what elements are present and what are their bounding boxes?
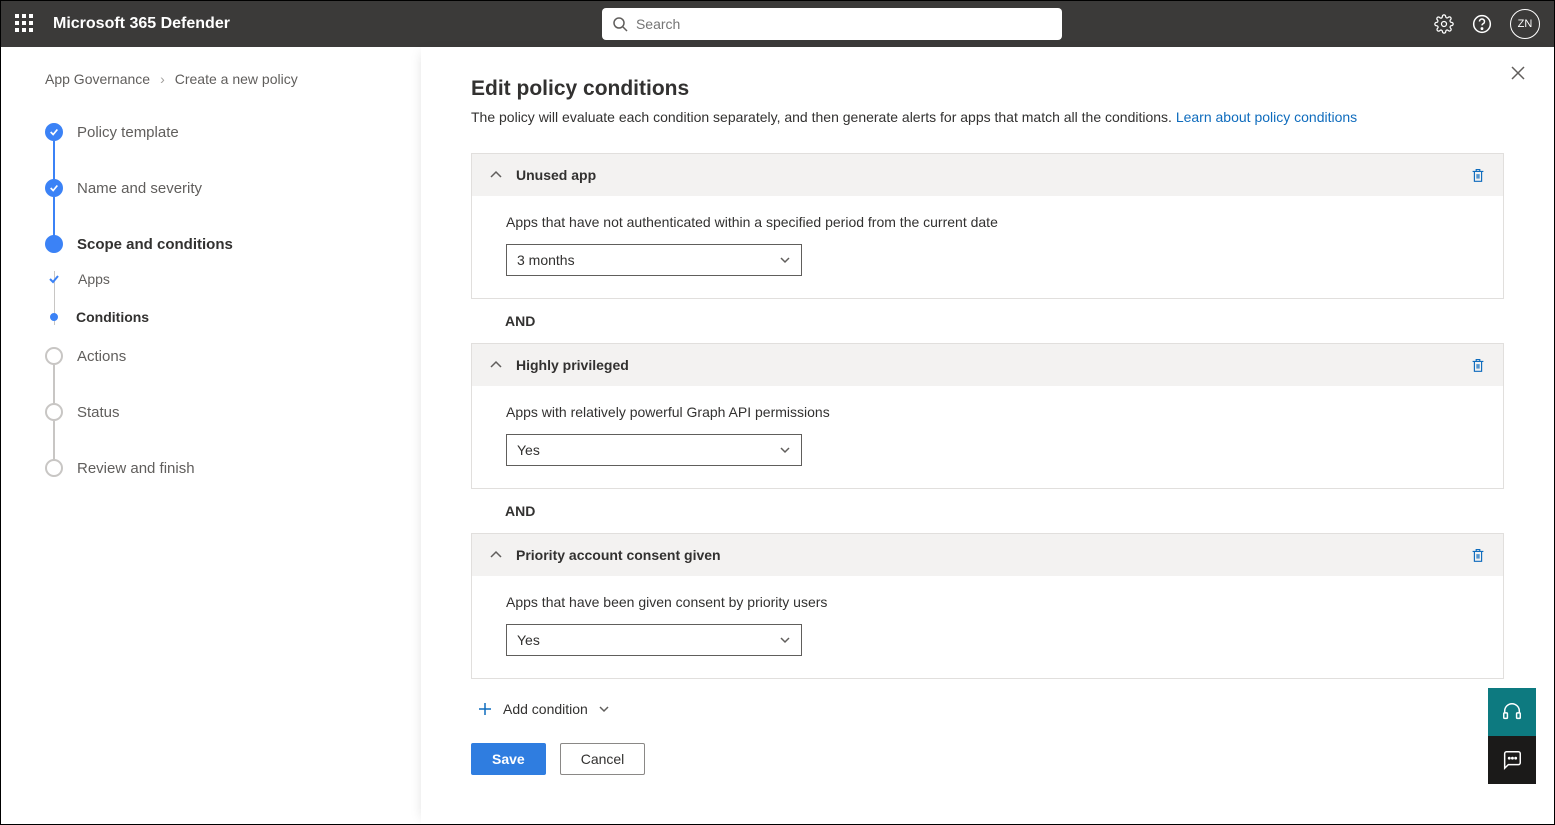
delete-icon[interactable] <box>1469 546 1487 564</box>
condition-title: Unused app <box>516 167 1469 183</box>
condition-desc: Apps that have not authenticated within … <box>506 214 1487 230</box>
condition-unused-app: Unused app Apps that have not authentica… <box>471 153 1504 299</box>
step-policy-template[interactable]: Policy template <box>45 123 391 141</box>
help-icon[interactable] <box>1472 14 1492 34</box>
chevron-up-icon[interactable] <box>488 167 504 183</box>
substep-apps[interactable]: Apps <box>55 271 391 287</box>
chevron-up-icon[interactable] <box>488 357 504 373</box>
privileged-select[interactable]: Yes <box>506 434 802 466</box>
search-input[interactable] <box>636 16 1052 32</box>
step-scope-conditions[interactable]: Scope and conditions <box>45 235 391 253</box>
close-icon[interactable] <box>1510 65 1526 84</box>
chevron-down-icon <box>779 444 791 456</box>
chevron-down-icon <box>598 703 610 715</box>
search-icon <box>612 16 628 32</box>
panel-title: Edit policy conditions <box>471 77 1504 101</box>
chevron-right-icon: › <box>160 71 165 87</box>
wizard-sidebar: App Governance › Create a new policy Pol… <box>1 47 421 824</box>
edit-panel: Edit policy conditions The policy will e… <box>421 47 1554 824</box>
search-box[interactable] <box>602 8 1062 40</box>
feedback-icon[interactable] <box>1488 736 1536 784</box>
condition-desc: Apps that have been given consent by pri… <box>506 594 1487 610</box>
chevron-down-icon <box>779 254 791 266</box>
delete-icon[interactable] <box>1469 356 1487 374</box>
condition-highly-privileged: Highly privileged Apps with relatively p… <box>471 343 1504 489</box>
panel-subtitle: The policy will evaluate each condition … <box>471 109 1504 125</box>
breadcrumb-root[interactable]: App Governance <box>45 71 150 87</box>
plus-icon <box>477 701 493 717</box>
avatar[interactable]: ZN <box>1510 9 1540 39</box>
add-condition-button[interactable]: Add condition <box>477 701 1504 717</box>
consent-select[interactable]: Yes <box>506 624 802 656</box>
condition-title: Priority account consent given <box>516 547 1469 563</box>
step-actions[interactable]: Actions <box>45 347 391 365</box>
delete-icon[interactable] <box>1469 166 1487 184</box>
save-button[interactable]: Save <box>471 743 546 775</box>
step-review-finish[interactable]: Review and finish <box>45 459 391 477</box>
and-label: AND <box>505 503 1504 519</box>
top-bar: Microsoft 365 Defender ZN <box>1 1 1554 47</box>
step-name-severity[interactable]: Name and severity <box>45 179 391 197</box>
headset-support-icon[interactable] <box>1488 688 1536 736</box>
app-launcher-icon[interactable] <box>15 14 35 34</box>
condition-priority-consent: Priority account consent given Apps that… <box>471 533 1504 679</box>
learn-link[interactable]: Learn about policy conditions <box>1176 109 1357 125</box>
breadcrumb: App Governance › Create a new policy <box>45 71 391 87</box>
substep-conditions[interactable]: Conditions <box>55 309 391 325</box>
condition-desc: Apps with relatively powerful Graph API … <box>506 404 1487 420</box>
step-status[interactable]: Status <box>45 403 391 421</box>
and-label: AND <box>505 313 1504 329</box>
condition-title: Highly privileged <box>516 357 1469 373</box>
gear-icon[interactable] <box>1434 14 1454 34</box>
breadcrumb-current: Create a new policy <box>175 71 298 87</box>
cancel-button[interactable]: Cancel <box>560 743 646 775</box>
chevron-down-icon <box>779 634 791 646</box>
brand-title: Microsoft 365 Defender <box>53 15 230 33</box>
chevron-up-icon[interactable] <box>488 547 504 563</box>
period-select[interactable]: 3 months <box>506 244 802 276</box>
